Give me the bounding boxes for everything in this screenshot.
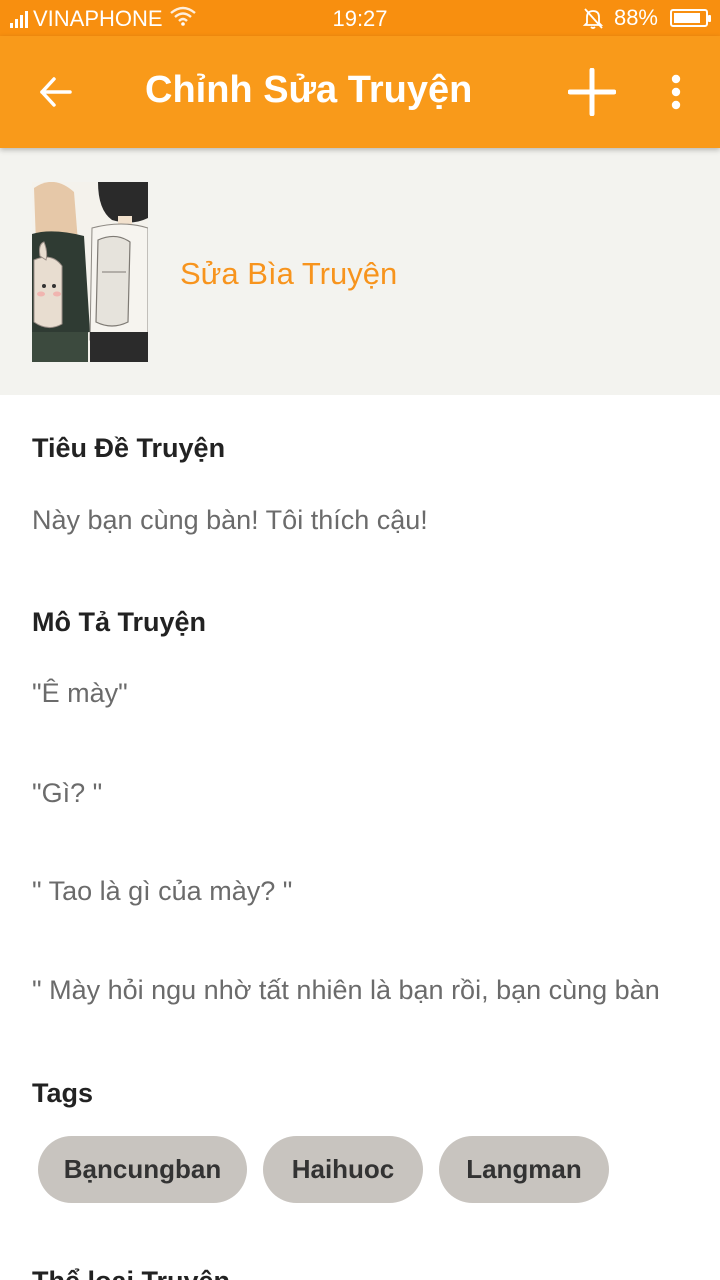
description-line[interactable]: "Ê mày"	[32, 678, 128, 709]
status-bar: VINAPHONE 19:27 88%	[0, 0, 720, 36]
description-line[interactable]: " Tao là gì của mày? "	[32, 876, 292, 907]
tag-chip[interactable]: Haihuoc	[263, 1136, 423, 1203]
plus-icon	[568, 68, 616, 116]
battery-icon	[670, 9, 711, 27]
more-options-button[interactable]	[652, 62, 700, 122]
description-line[interactable]: " Mày hỏi ngu nhờ tất nhiên là bạn rồi, …	[32, 975, 660, 1006]
tags-label: Tags	[32, 1078, 94, 1108]
story-genre-label: Thể loại Truyện	[32, 1266, 230, 1280]
bell-off-icon	[582, 7, 604, 29]
status-right: 88%	[582, 5, 711, 31]
story-description-label: Mô Tả Truyện	[32, 607, 207, 637]
cover-section: Sửa Bìa Truyện	[0, 148, 720, 395]
more-vertical-icon	[671, 74, 681, 110]
battery-percent: 88%	[613, 5, 658, 30]
story-title-field[interactable]: Này bạn cùng bàn! Tôi thích cậu!	[32, 505, 428, 536]
page-title: Chỉnh Sửa Truyện	[145, 69, 473, 111]
edit-cover-link[interactable]: Sửa Bìa Truyện	[180, 256, 397, 292]
app-bar: Chỉnh Sửa Truyện	[0, 36, 720, 148]
arrow-left-icon	[40, 77, 72, 107]
tag-chip[interactable]: Bạncungban	[38, 1136, 247, 1203]
back-button[interactable]	[26, 62, 86, 122]
add-button[interactable]	[560, 60, 624, 124]
screen: VINAPHONE 19:27 88% Chỉnh Sửa Truyện Sửa…	[0, 0, 720, 1280]
story-cover-image[interactable]	[32, 182, 148, 362]
description-line[interactable]: "Gì? "	[32, 778, 102, 809]
story-title-label: Tiêu Đề Truyện	[32, 433, 226, 463]
tag-chip[interactable]: Langman	[439, 1136, 609, 1203]
